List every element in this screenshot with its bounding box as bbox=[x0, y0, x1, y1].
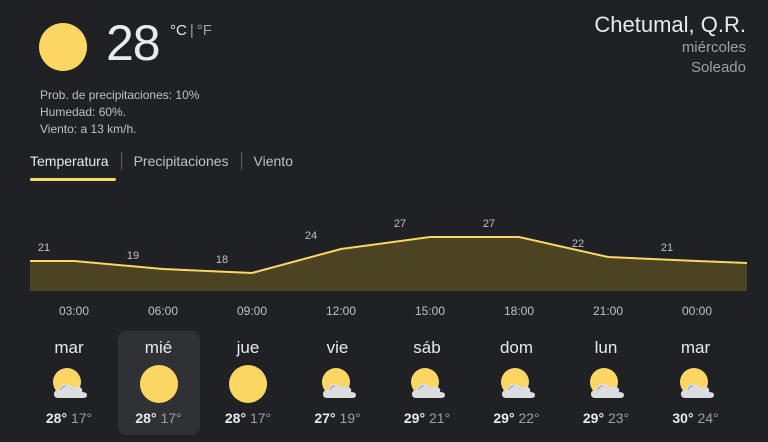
high-temp: 28° bbox=[224, 410, 247, 426]
data-label: 19 bbox=[127, 250, 139, 262]
tab-temperatura[interactable]: Temperatura bbox=[30, 153, 109, 169]
day-card-6[interactable]: lun 29° 23° bbox=[565, 331, 647, 435]
location-info: Chetumal, Q.R. miércoles Soleado bbox=[594, 12, 746, 78]
day-name: dom bbox=[499, 338, 534, 357]
hour-label: 06:00 bbox=[148, 304, 178, 318]
hour-label: 09:00 bbox=[237, 304, 267, 318]
day-temps: 28° 17° bbox=[207, 410, 289, 426]
day-name: lun bbox=[594, 338, 618, 357]
high-temp: 30° bbox=[672, 410, 694, 426]
unit-toggle: °C | °F bbox=[170, 22, 212, 39]
high-temp: 29° bbox=[403, 410, 426, 426]
day-card-7[interactable]: mar 30° 24° bbox=[655, 331, 737, 435]
daily-forecast: mar 28° 17° mié 28° 17° jue 28° 17° vie 27° 19°… bbox=[28, 331, 744, 435]
sun-icon bbox=[39, 23, 87, 71]
day-temps: 27° 19° bbox=[297, 410, 379, 426]
day-card-4[interactable]: sáb 29° 21° bbox=[386, 331, 468, 435]
partly-cloudy-icon bbox=[586, 364, 626, 404]
day-name: vie bbox=[326, 338, 349, 357]
hour-label: 03:00 bbox=[59, 304, 89, 318]
day-card-2[interactable]: jue 28° 17° bbox=[207, 331, 289, 435]
low-temp: 21° bbox=[428, 410, 451, 426]
low-temp: 23° bbox=[607, 410, 630, 426]
day-name: sáb bbox=[413, 338, 441, 357]
hour-label: 15:00 bbox=[415, 304, 445, 318]
tab-divider bbox=[240, 152, 242, 170]
current-temperature: 28 bbox=[106, 15, 161, 71]
day-name: mar bbox=[54, 338, 84, 357]
day-card-5[interactable]: dom 29° 22° bbox=[476, 331, 558, 435]
day-temps: 29° 23° bbox=[565, 410, 647, 426]
low-temp: 24° bbox=[697, 410, 719, 426]
day-temps: 28° 17° bbox=[118, 410, 200, 426]
partly-cloudy-icon bbox=[407, 364, 447, 404]
day-card-0[interactable]: mar 28° 17° bbox=[28, 331, 110, 435]
hour-label: 00:00 bbox=[682, 304, 712, 318]
tab-viento[interactable]: Viento bbox=[254, 153, 293, 169]
data-label: 24 bbox=[305, 230, 317, 242]
day-name: mié bbox=[144, 338, 173, 357]
data-label: 18 bbox=[216, 254, 228, 266]
low-temp: 17° bbox=[249, 410, 272, 426]
low-temp: 19° bbox=[339, 410, 361, 426]
day-card-1[interactable]: mié 28° 17° bbox=[117, 331, 200, 435]
low-temp: 17° bbox=[70, 410, 93, 426]
day-card-3[interactable]: vie 27° 19° bbox=[297, 331, 379, 435]
high-temp: 29° bbox=[493, 410, 515, 426]
chart-tabs: Temperatura Precipitaciones Viento bbox=[30, 150, 293, 172]
high-temp: 27° bbox=[314, 410, 336, 426]
partly-cloudy-icon bbox=[676, 364, 716, 404]
fahrenheit-unit[interactable]: °F bbox=[197, 22, 212, 39]
high-temp: 28° bbox=[135, 410, 157, 426]
data-label: 27 bbox=[394, 218, 406, 230]
unit-separator: | bbox=[189, 22, 194, 39]
day-temps: 30° 24° bbox=[655, 410, 737, 426]
partly-cloudy-icon bbox=[497, 364, 537, 404]
hour-label: 12:00 bbox=[326, 304, 356, 318]
weather-details: Prob. de precipitaciones: 10% Humedad: 6… bbox=[40, 87, 199, 138]
data-label: 21 bbox=[661, 242, 673, 254]
day-temps: 28° 17° bbox=[28, 410, 110, 426]
low-temp: 22° bbox=[518, 410, 540, 426]
tab-precipitaciones[interactable]: Precipitaciones bbox=[134, 153, 229, 169]
humidity: Humedad: 60%. bbox=[40, 105, 127, 119]
data-label: 27 bbox=[483, 218, 495, 230]
data-label: 22 bbox=[572, 238, 584, 250]
day-name: jue bbox=[236, 338, 260, 357]
day-name: mar bbox=[680, 338, 711, 357]
celsius-unit[interactable]: °C bbox=[170, 22, 187, 39]
active-tab-indicator bbox=[30, 178, 116, 181]
precipitation-probability: Prob. de precipitaciones: 10% bbox=[40, 88, 200, 102]
partly-cloudy-icon bbox=[318, 364, 358, 404]
partly-cloudy-icon bbox=[49, 364, 89, 404]
day-temps: 29° 21° bbox=[386, 410, 468, 426]
data-label: 21 bbox=[38, 242, 50, 254]
current-condition: Soleado bbox=[690, 59, 746, 76]
tab-divider bbox=[120, 152, 122, 170]
wind-speed: Viento: a 13 km/h. bbox=[40, 122, 137, 136]
temperature-chart[interactable]: 21 19 18 24 27 27 22 21 03:00 06:00 09:00 12:00 15:… bbox=[0, 205, 768, 320]
hour-label: 18:00 bbox=[504, 304, 534, 318]
current-day: miércoles bbox=[681, 39, 746, 56]
temperature-area bbox=[30, 237, 747, 291]
location-name: Chetumal, Q.R. bbox=[594, 12, 746, 37]
sun-icon bbox=[228, 364, 268, 404]
high-temp: 29° bbox=[582, 410, 605, 426]
hour-label: 21:00 bbox=[593, 304, 623, 318]
day-temps: 29° 22° bbox=[476, 410, 558, 426]
sun-icon bbox=[139, 364, 179, 404]
high-temp: 28° bbox=[45, 410, 68, 426]
low-temp: 17° bbox=[160, 410, 182, 426]
hour-labels: 03:00 06:00 09:00 12:00 15:00 18:00 21:00 00:00 bbox=[59, 304, 712, 318]
